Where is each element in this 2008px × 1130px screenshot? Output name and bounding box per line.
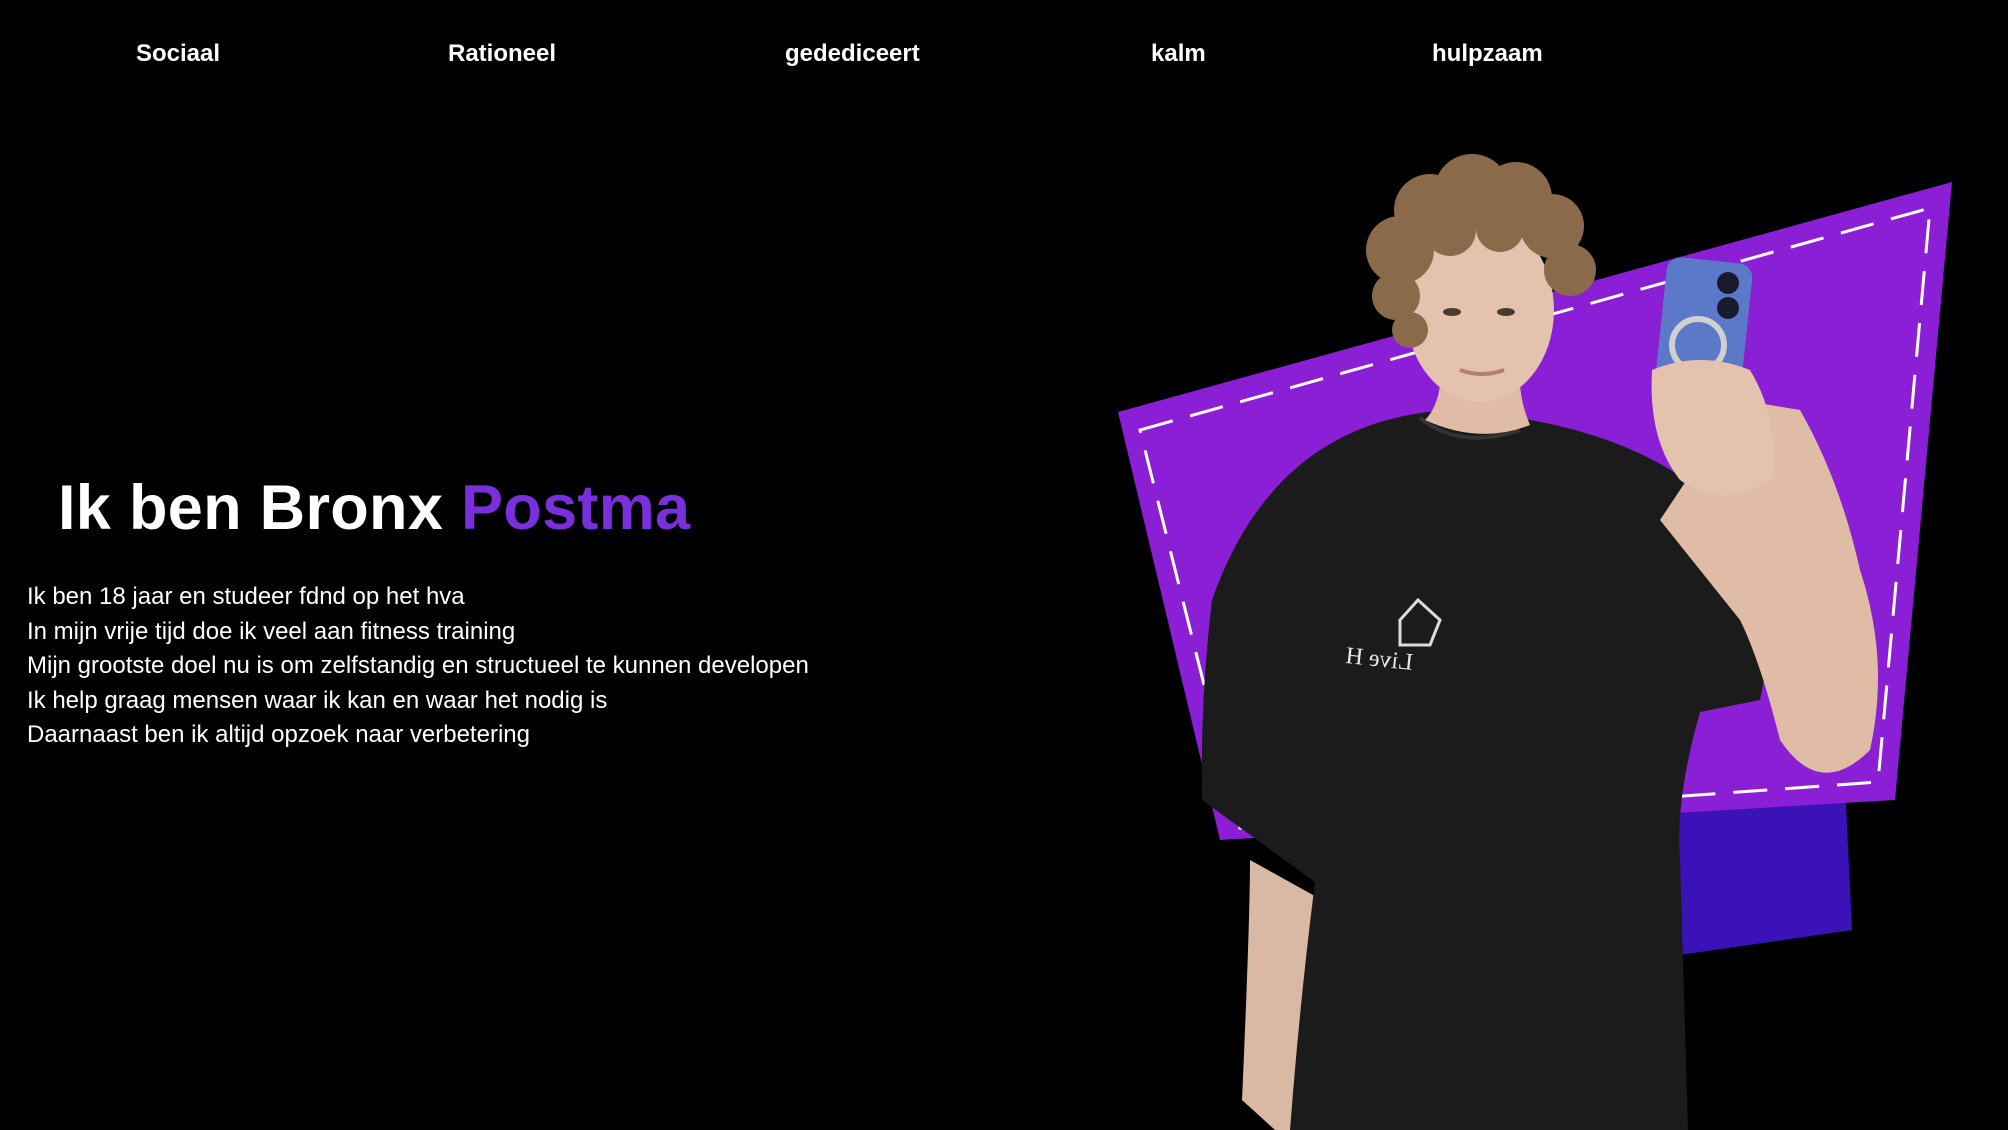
nav-item-gedediceert[interactable]: gedediceert	[785, 40, 920, 68]
title-accent-name: Postma	[460, 473, 691, 543]
nav-item-rationeel[interactable]: Rationeel	[448, 40, 556, 68]
nav-item-sociaal[interactable]: Sociaal	[136, 40, 220, 68]
portfolio-page: Sociaal Rationeel gedediceert kalm hulpz…	[0, 0, 2008, 1130]
portrait-photo: Live H	[1118, 154, 1952, 1130]
intro-line: In mijn vrije tijd doe ik veel aan fitne…	[27, 617, 516, 645]
intro-text: Ik ben 18 jaar en studeer fdnd op het hv…	[27, 580, 809, 753]
intro-line: Mijn grootste doel nu is om zelfstandig …	[27, 652, 809, 679]
intro-line: Daarnaast ben ik altijd opzoek naar verb…	[27, 721, 530, 748]
top-navigation: Sociaal Rationeel gedediceert kalm hulpz…	[0, 0, 1700, 110]
nav-item-hulpzaam[interactable]: hulpzaam	[1432, 40, 1543, 68]
page-title: Ik ben Bronx Postma	[58, 472, 690, 544]
intro-line: Ik help graag mensen waar ik kan en waar…	[27, 686, 608, 714]
hero-illustration: Live H	[1100, 100, 2000, 1130]
title-prefix: Ik ben Bronx	[58, 473, 444, 543]
intro-line: Ik ben 18 jaar en studeer fdnd op het hv…	[27, 583, 465, 610]
nav-item-kalm[interactable]: kalm	[1151, 40, 1206, 68]
